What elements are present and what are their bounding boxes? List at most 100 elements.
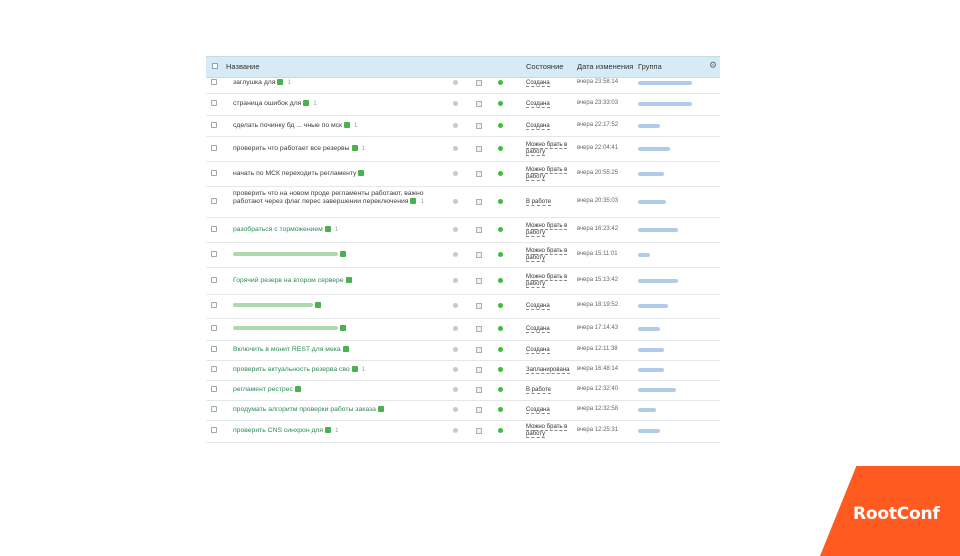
row-checkbox[interactable] xyxy=(211,386,217,392)
group-link-redacted[interactable] xyxy=(638,348,664,352)
table-row[interactable]: проверить актуальность резерва сво 1 Запла… xyxy=(206,360,720,381)
row-checkbox[interactable] xyxy=(211,170,217,176)
group-link-redacted[interactable] xyxy=(638,102,692,106)
task-state[interactable]: Создана xyxy=(526,346,572,354)
task-title-link[interactable]: проверить CNS синхрон для 1 xyxy=(233,427,443,435)
table-row[interactable]: Создана вчера 18:19:52 xyxy=(206,294,720,319)
row-checkbox[interactable] xyxy=(211,145,217,151)
group-link-redacted[interactable] xyxy=(638,279,678,283)
table-row[interactable]: разобраться с торможением 1 Можно брать в … xyxy=(206,217,720,243)
row-checkbox[interactable] xyxy=(211,122,217,128)
task-title-link[interactable]: заглушка для 1 xyxy=(233,79,443,87)
action-square-icon[interactable] xyxy=(476,367,482,373)
task-title-link[interactable] xyxy=(233,302,443,310)
group-link-redacted[interactable] xyxy=(638,228,678,232)
table-row[interactable]: Можно брать в работу вчера 15:11:01 xyxy=(206,242,720,268)
group-link-redacted[interactable] xyxy=(638,253,650,257)
group-link-redacted[interactable] xyxy=(638,147,670,151)
task-state[interactable]: Можно брать в работу xyxy=(526,142,572,156)
action-square-icon[interactable] xyxy=(476,387,482,393)
table-row[interactable]: сделать починку бд ... чные по мск 1 Созда… xyxy=(206,115,720,137)
task-title-link[interactable]: Включить в монит REST для мека xyxy=(233,346,443,354)
task-state[interactable]: Можно брать в работу xyxy=(526,274,572,288)
row-checkbox[interactable] xyxy=(211,325,217,331)
task-state[interactable]: Создана xyxy=(526,79,572,87)
table-row[interactable]: заглушка для 1 Создана вчера 23:58:14 xyxy=(206,73,720,94)
task-state[interactable]: Запланирована xyxy=(526,366,572,374)
task-title-link[interactable]: разобраться с торможением 1 xyxy=(233,226,443,234)
task-title-link[interactable]: проверить актуальность резерва сво 1 xyxy=(233,366,443,374)
table-row[interactable]: Горячий резерв на втором сервере Можно бр… xyxy=(206,267,720,295)
column-header-date[interactable]: Дата изменения xyxy=(577,62,633,71)
task-title-link[interactable] xyxy=(233,251,443,259)
task-title-link[interactable] xyxy=(233,325,443,333)
table-row[interactable]: проверить CNS синхрон для 1 Можно брать в … xyxy=(206,420,720,443)
table-row[interactable]: проверить что работает все резервы 1 Можно… xyxy=(206,136,720,162)
action-square-icon[interactable] xyxy=(476,199,482,205)
group-link-redacted[interactable] xyxy=(638,200,666,204)
action-square-icon[interactable] xyxy=(476,278,482,284)
task-state[interactable]: Создана xyxy=(526,302,572,310)
table-row[interactable]: Создана вчера 17:14:43 xyxy=(206,318,720,341)
task-title-link[interactable]: продумать алгоритм проверки работы заказ… xyxy=(233,406,443,414)
row-checkbox[interactable] xyxy=(211,366,217,372)
task-title-link[interactable]: сделать починку бд ... чные по мск 1 xyxy=(233,122,443,130)
column-header-name[interactable]: Название xyxy=(226,62,260,71)
action-square-icon[interactable] xyxy=(476,80,482,86)
row-checkbox[interactable] xyxy=(211,100,217,106)
action-square-icon[interactable] xyxy=(476,146,482,152)
action-square-icon[interactable] xyxy=(476,407,482,413)
group-link-redacted[interactable] xyxy=(638,429,660,433)
table-row[interactable]: проверить что на новом проде регламенты … xyxy=(206,186,720,218)
table-row[interactable]: продумать алгоритм проверки работы заказ… xyxy=(206,400,720,421)
group-link-redacted[interactable] xyxy=(638,124,660,128)
action-square-icon[interactable] xyxy=(476,101,482,107)
action-square-icon[interactable] xyxy=(476,347,482,353)
action-square-icon[interactable] xyxy=(476,326,482,332)
action-square-icon[interactable] xyxy=(476,252,482,258)
task-title-link[interactable]: страница ошибок для 1 xyxy=(233,100,443,108)
task-state[interactable]: Можно брать в работу xyxy=(526,424,572,438)
row-checkbox[interactable] xyxy=(211,406,217,412)
task-state[interactable]: В работе xyxy=(526,386,572,394)
row-checkbox[interactable] xyxy=(211,277,217,283)
action-square-icon[interactable] xyxy=(476,428,482,434)
task-state[interactable]: Создана xyxy=(526,100,572,108)
table-row[interactable]: регламент рестрес В работе вчера 12:32:40 xyxy=(206,380,720,401)
column-header-state[interactable]: Состояние xyxy=(526,62,563,71)
group-link-redacted[interactable] xyxy=(638,388,676,392)
task-title-link[interactable]: проверить что работает все резервы 1 xyxy=(233,145,443,153)
task-title-link[interactable]: начать по МСК переходить регламенту xyxy=(233,170,443,178)
select-all-checkbox[interactable] xyxy=(212,63,218,69)
column-settings-icon[interactable]: ⚙ xyxy=(709,60,717,71)
row-checkbox[interactable] xyxy=(211,302,217,308)
column-header-group[interactable]: Группа xyxy=(638,62,662,71)
action-square-icon[interactable] xyxy=(476,303,482,309)
row-checkbox[interactable] xyxy=(211,251,217,257)
task-state[interactable]: В работе xyxy=(526,198,572,206)
task-state[interactable]: Можно брать в работу xyxy=(526,248,572,262)
group-link-redacted[interactable] xyxy=(638,304,668,308)
row-checkbox[interactable] xyxy=(211,346,217,352)
task-state[interactable]: Можно брать в работу xyxy=(526,167,572,181)
group-link-redacted[interactable] xyxy=(638,172,664,176)
task-state[interactable]: Создана xyxy=(526,406,572,414)
row-checkbox[interactable] xyxy=(211,79,217,85)
task-state[interactable]: Создана xyxy=(526,325,572,333)
task-title-link[interactable]: Горячий резерв на втором сервере xyxy=(233,277,443,285)
task-title-link[interactable]: проверить что на новом проде регламенты … xyxy=(233,190,443,206)
table-row[interactable]: Включить в монит REST для мека Создана вче… xyxy=(206,340,720,361)
row-checkbox[interactable] xyxy=(211,198,217,204)
table-row[interactable]: страница ошибок для 1 Создана вчера 23:33:0… xyxy=(206,93,720,116)
table-row[interactable]: начать по МСК переходить регламенту Можно… xyxy=(206,161,720,187)
group-link-redacted[interactable] xyxy=(638,81,692,85)
group-link-redacted[interactable] xyxy=(638,327,660,331)
row-checkbox[interactable] xyxy=(211,226,217,232)
task-state[interactable]: Можно брать в работу xyxy=(526,223,572,237)
action-square-icon[interactable] xyxy=(476,171,482,177)
group-link-redacted[interactable] xyxy=(638,408,656,412)
action-square-icon[interactable] xyxy=(476,123,482,129)
task-state[interactable]: Создана xyxy=(526,122,572,130)
action-square-icon[interactable] xyxy=(476,227,482,233)
row-checkbox[interactable] xyxy=(211,427,217,433)
